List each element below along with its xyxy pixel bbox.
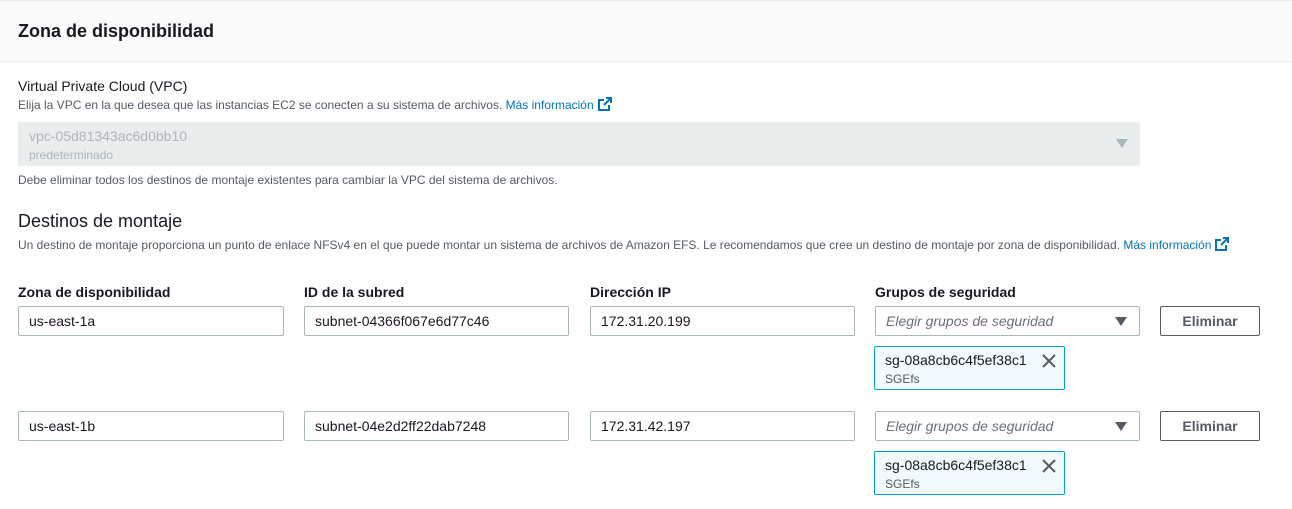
external-link-icon xyxy=(597,97,612,111)
mount-targets-more-info-link[interactable]: Más información xyxy=(1123,237,1230,252)
vpc-description: Elija la VPC en la que desea que las ins… xyxy=(18,97,612,112)
caret-down-icon xyxy=(1115,422,1127,431)
vpc-note: Debe eliminar todos los destinos de mont… xyxy=(18,173,558,187)
col-header-az: Zona de disponibilidad xyxy=(18,284,171,300)
vpc-description-text: Elija la VPC en la que desea que las ins… xyxy=(18,98,503,112)
caret-down-icon xyxy=(1115,317,1127,326)
col-header-ip: Dirección IP xyxy=(590,284,671,300)
mount-targets-description-text: Un destino de montaje proporciona un pun… xyxy=(18,238,1121,252)
close-icon[interactable] xyxy=(1042,354,1056,368)
subnet-input[interactable]: subnet-04e2d2ff22dab7248 xyxy=(304,411,569,441)
az-input[interactable]: us-east-1b xyxy=(18,411,284,441)
vpc-label: Virtual Private Cloud (VPC) xyxy=(18,78,188,94)
panel-title: Zona de disponibilidad xyxy=(18,21,214,41)
col-header-security-groups: Grupos de seguridad xyxy=(875,284,1016,300)
token-id: sg-08a8cb6c4f5ef38c1 xyxy=(885,352,1027,368)
close-icon[interactable] xyxy=(1042,459,1056,473)
vpc-more-info-link[interactable]: Más información xyxy=(506,97,612,112)
caret-down-icon xyxy=(1116,139,1128,148)
security-groups-select[interactable]: Elegir grupos de seguridad xyxy=(875,411,1140,441)
mount-targets-description: Un destino de montaje proporciona un pun… xyxy=(18,237,1230,252)
vpc-selected-sub: predeterminado xyxy=(29,148,114,162)
remove-button[interactable]: Eliminar xyxy=(1160,411,1260,441)
security-groups-placeholder: Elegir grupos de seguridad xyxy=(886,418,1054,434)
mount-targets-title: Destinos de montaje xyxy=(18,211,183,231)
az-input[interactable]: us-east-1a xyxy=(18,306,284,336)
ip-address-input[interactable]: 172.31.20.199 xyxy=(590,306,855,336)
security-groups-select[interactable]: Elegir grupos de seguridad xyxy=(875,306,1140,336)
ip-address-input[interactable]: 172.31.42.197 xyxy=(590,411,855,441)
token-name: SGEfs xyxy=(885,372,920,386)
remove-button[interactable]: Eliminar xyxy=(1160,306,1260,336)
col-header-subnet: ID de la subred xyxy=(304,284,405,300)
panel-header: Zona de disponibilidad xyxy=(0,0,1292,62)
security-group-token: sg-08a8cb6c4f5ef38c1 SGEfs xyxy=(874,346,1065,390)
vpc-selected-value: vpc-05d81343ac6d0bb10 xyxy=(29,128,188,144)
token-name: SGEfs xyxy=(885,477,920,491)
security-group-token: sg-08a8cb6c4f5ef38c1 SGEfs xyxy=(874,451,1065,495)
token-id: sg-08a8cb6c4f5ef38c1 xyxy=(885,457,1027,473)
external-link-icon xyxy=(1215,237,1230,251)
subnet-input[interactable]: subnet-04366f067e6d77c46 xyxy=(304,306,569,336)
security-groups-placeholder: Elegir grupos de seguridad xyxy=(886,313,1054,329)
vpc-select[interactable]: vpc-05d81343ac6d0bb10 predeterminado xyxy=(18,122,1140,166)
